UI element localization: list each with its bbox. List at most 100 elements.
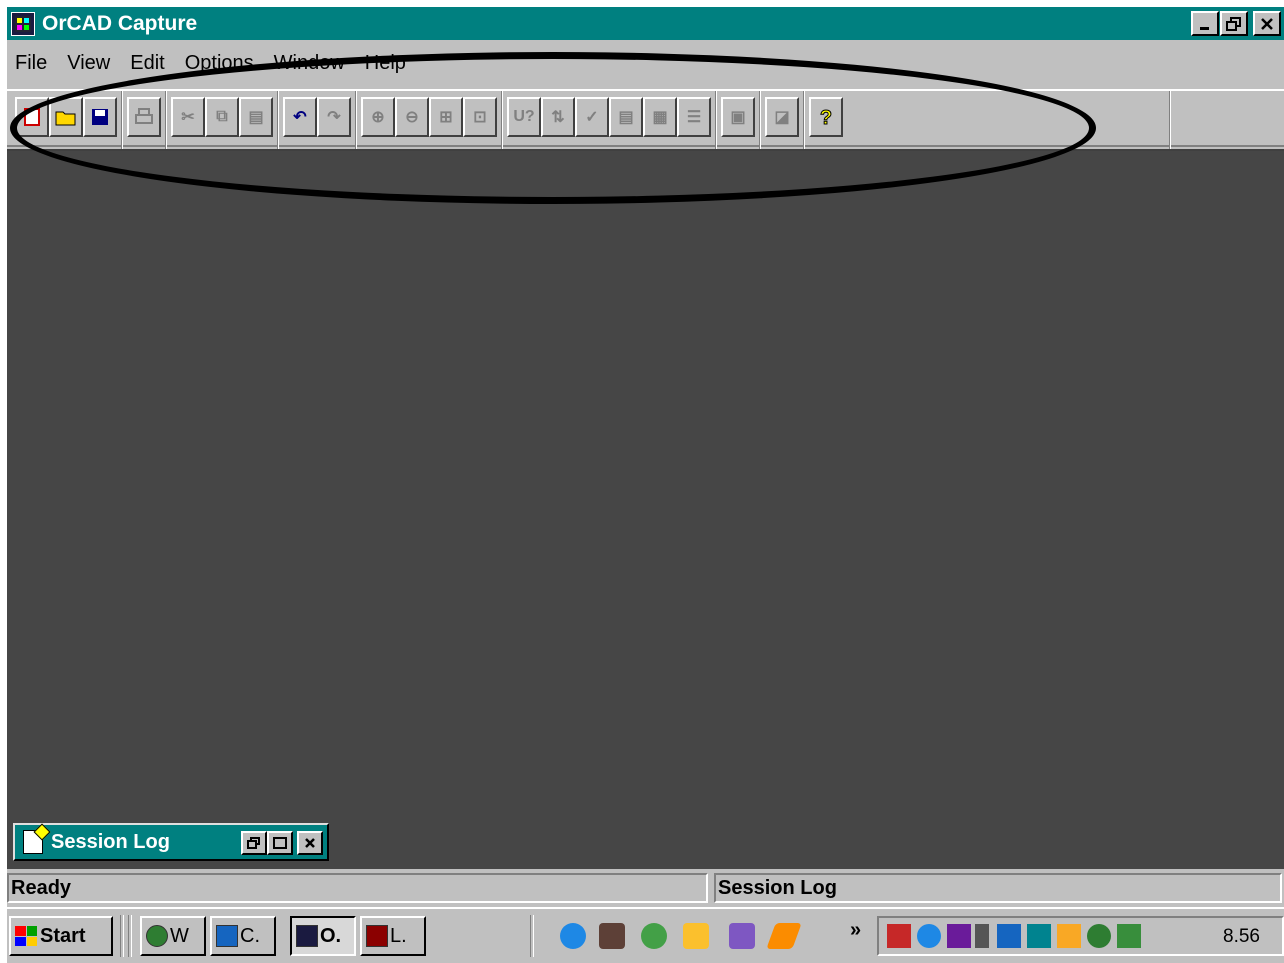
zoom-out-icon: ⊖ xyxy=(405,109,419,126)
restore-icon xyxy=(247,837,260,849)
session-restore-button[interactable] xyxy=(241,831,267,855)
task-label: O. xyxy=(320,924,342,947)
task-button-c[interactable]: C. xyxy=(210,916,276,956)
bill-of-materials-button[interactable]: ☰ xyxy=(677,97,711,137)
toolbar-separator xyxy=(277,91,279,149)
project-manager-button[interactable]: ▣ xyxy=(721,97,755,137)
quicklaunch-search-icon[interactable] xyxy=(683,923,709,949)
open-button[interactable] xyxy=(49,97,83,137)
quicklaunch-paint-icon[interactable] xyxy=(729,923,755,949)
back-annotate-button[interactable]: ⇅ xyxy=(541,97,575,137)
zoom-all-button[interactable]: ⊡ xyxy=(463,97,497,137)
zoom-area-button[interactable]: ⊞ xyxy=(429,97,463,137)
display-icon[interactable] xyxy=(947,924,971,948)
restore-button[interactable] xyxy=(1220,11,1248,36)
bill-of-materials-icon: ☰ xyxy=(686,109,702,126)
task-label: L. xyxy=(390,924,407,947)
mx-tray-icon[interactable] xyxy=(1087,924,1111,948)
session-log-icon xyxy=(23,830,43,854)
window-title: OrCAD Capture xyxy=(42,11,198,35)
task-button-orcad[interactable]: O. xyxy=(290,916,356,956)
pcb-editor-icon: ◪ xyxy=(774,109,790,126)
zoom-in-button[interactable]: ⊕ xyxy=(361,97,395,137)
cross-reference-button[interactable]: ▦ xyxy=(643,97,677,137)
save-icon xyxy=(92,109,108,125)
toolbar-separator xyxy=(501,91,503,149)
zoom-out-button[interactable]: ⊖ xyxy=(395,97,429,137)
save-button[interactable] xyxy=(83,97,117,137)
drc-icon: ✓ xyxy=(585,109,599,126)
close-button[interactable] xyxy=(1253,11,1281,36)
restore-icon xyxy=(1226,16,1241,31)
close-icon xyxy=(305,838,315,848)
zoom-all-icon: ⊡ xyxy=(473,109,487,126)
task-label: W xyxy=(170,924,189,947)
new-icon xyxy=(24,108,40,126)
internet-explorer-icon[interactable] xyxy=(560,923,586,949)
quicklaunch-pen-icon[interactable] xyxy=(766,923,802,949)
cut-icon: ✂ xyxy=(181,109,195,126)
annotate-button[interactable]: U? xyxy=(507,97,541,137)
clock: 8.56 xyxy=(1223,926,1260,947)
library-icon xyxy=(366,925,388,947)
orcad-capture-window: OrCAD Capture File View Edit Options Win… xyxy=(7,7,1284,963)
session-close-button[interactable] xyxy=(297,831,323,855)
toolbar-separator xyxy=(121,91,123,149)
word-icon xyxy=(216,925,238,947)
session-log-title: Session Log xyxy=(51,830,170,853)
print-button[interactable] xyxy=(127,97,161,137)
open-icon xyxy=(55,111,76,126)
project-manager-icon: ▣ xyxy=(730,109,746,126)
session-log-minimized-window[interactable]: Session Log xyxy=(13,823,329,861)
toolbar: ✂ ⧉ ▤ ↶ ↷ ⊕ ⊖ ⊞ ⊡ U? ⇅ ✓ ▤ ▦ ☰ ▣ ◪ ? xyxy=(7,89,1284,149)
paste-button[interactable]: ▤ xyxy=(239,97,273,137)
windows-logo-icon xyxy=(15,926,37,946)
quicklaunch-more-icon[interactable]: » xyxy=(850,919,861,942)
menu-file[interactable]: File xyxy=(7,52,57,75)
info-icon[interactable] xyxy=(1027,924,1051,948)
copy-button[interactable]: ⧉ xyxy=(205,97,239,137)
help-button[interactable]: ? xyxy=(809,97,843,137)
menu-help[interactable]: Help xyxy=(355,52,416,75)
title-bar[interactable]: OrCAD Capture xyxy=(7,7,1284,40)
monitor-icon[interactable] xyxy=(1057,924,1081,948)
mx-icon xyxy=(146,925,168,947)
scheduler-icon[interactable] xyxy=(887,924,911,948)
quicklaunch-channel-icon[interactable] xyxy=(641,923,667,949)
task-scheduler-icon[interactable] xyxy=(997,924,1021,948)
volume-icon[interactable] xyxy=(975,924,989,948)
quicklaunch-desktop-icon[interactable] xyxy=(599,923,625,949)
menu-window[interactable]: Window xyxy=(264,52,355,75)
redo-icon: ↷ xyxy=(327,109,341,126)
menu-edit[interactable]: Edit xyxy=(120,52,174,75)
start-label: Start xyxy=(40,924,86,947)
task-button-l[interactable]: L. xyxy=(360,916,426,956)
pcb-editor-button[interactable]: ◪ xyxy=(765,97,799,137)
toolbar-separator xyxy=(355,91,357,149)
undo-button[interactable]: ↶ xyxy=(283,97,317,137)
new-button[interactable] xyxy=(15,97,49,137)
cut-button[interactable]: ✂ xyxy=(171,97,205,137)
network-connection-icon[interactable] xyxy=(1117,924,1141,948)
status-bar: Ready Session Log xyxy=(7,871,1284,905)
undo-icon: ↶ xyxy=(293,109,307,126)
session-maximize-button[interactable] xyxy=(267,831,293,855)
redo-button[interactable]: ↷ xyxy=(317,97,351,137)
taskbar-separator xyxy=(128,915,132,957)
task-label: C. xyxy=(240,924,260,947)
taskbar-separator xyxy=(530,915,534,957)
menu-options[interactable]: Options xyxy=(175,52,264,75)
minimize-button[interactable] xyxy=(1191,11,1219,36)
network-globe-icon[interactable] xyxy=(917,924,941,948)
paste-icon: ▤ xyxy=(248,109,264,126)
drc-button[interactable]: ✓ xyxy=(575,97,609,137)
svg-text:?: ? xyxy=(820,107,832,129)
zoom-area-icon: ⊞ xyxy=(439,109,453,126)
orcad-app-icon xyxy=(11,11,35,36)
minimize-icon xyxy=(1200,26,1209,30)
task-button-w[interactable]: W xyxy=(140,916,206,956)
netlist-button[interactable]: ▤ xyxy=(609,97,643,137)
start-button[interactable]: Start xyxy=(9,916,113,956)
menu-view[interactable]: View xyxy=(57,52,120,75)
workspace-area[interactable]: Session Log xyxy=(7,149,1284,869)
